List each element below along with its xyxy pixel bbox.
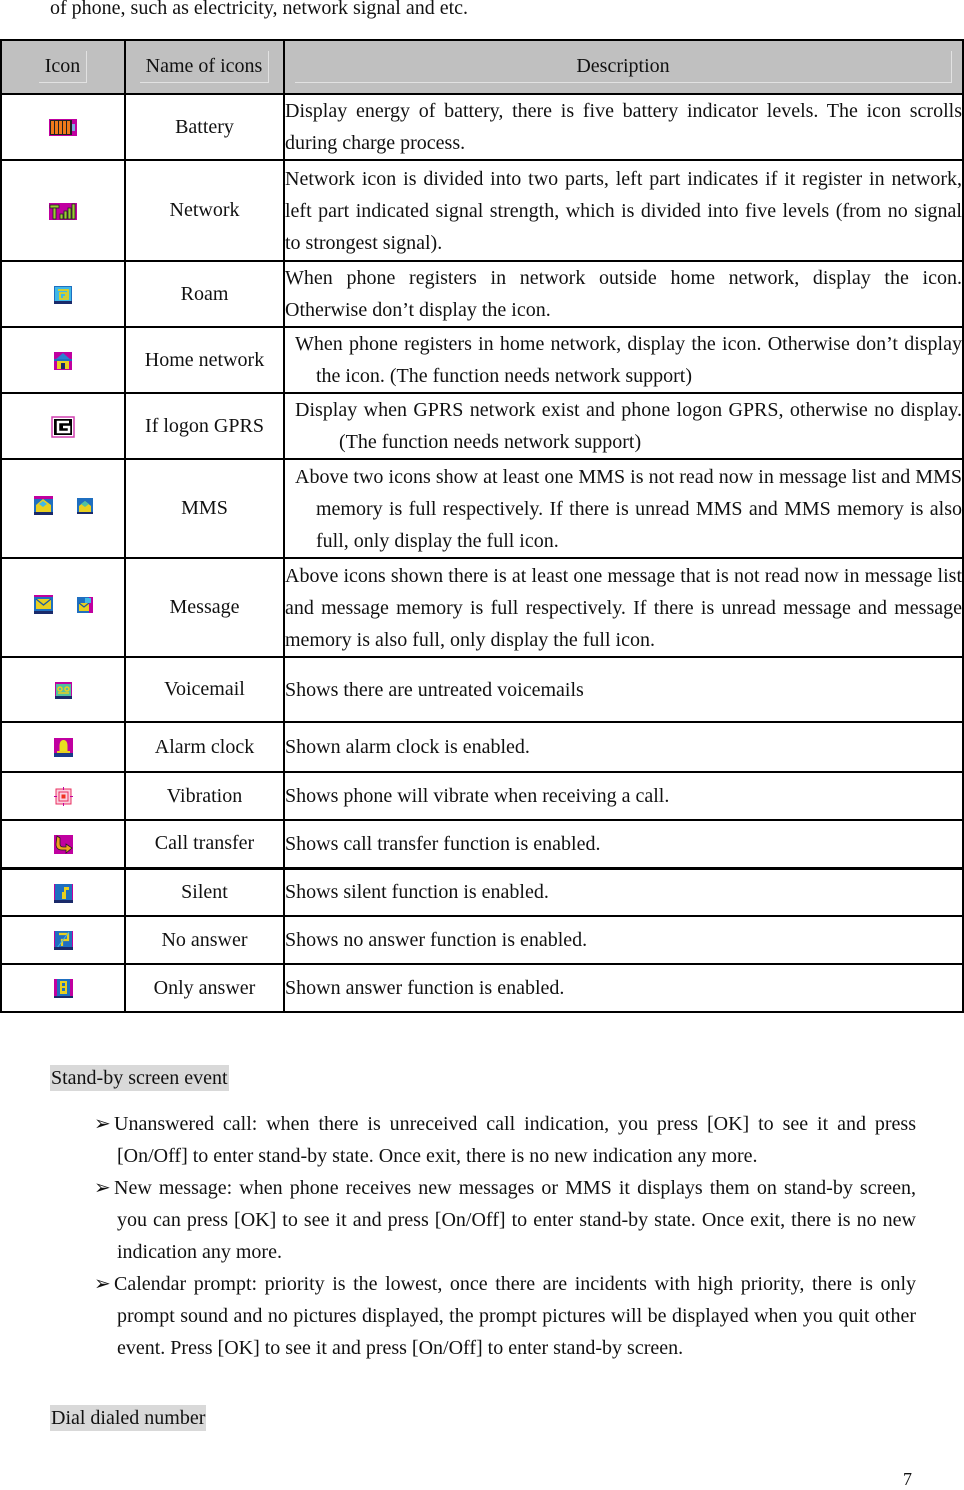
battery-icon xyxy=(49,119,77,137)
arrow-bullet-icon: ➢ xyxy=(94,1113,111,1135)
row-description: Shows there are untreated voicemails xyxy=(283,656,964,723)
row-description: Shows silent function is enabled. xyxy=(283,867,964,917)
call-transfer-icon xyxy=(53,835,73,855)
voicemail-icon xyxy=(54,681,72,699)
table-row: Network Network icon is divided into two… xyxy=(0,159,964,262)
table-row: Silent Shows silent function is enabled. xyxy=(0,867,964,917)
row-name: Voicemail xyxy=(124,656,285,723)
row-name: No answer xyxy=(124,915,285,965)
message-full-icon xyxy=(76,596,93,613)
table-row: Only answer Shown answer function is ena… xyxy=(0,963,964,1013)
bullet-text: Unanswered call: when there is unreceive… xyxy=(114,1113,916,1167)
row-name: Battery xyxy=(124,93,285,161)
arrow-bullet-icon: ➢ xyxy=(94,1177,111,1199)
row-description: When phone registers in network outside … xyxy=(283,260,964,328)
row-description: Shown answer function is enabled. xyxy=(283,963,964,1013)
row-name: MMS xyxy=(124,458,285,559)
mms-full-icon xyxy=(76,497,93,514)
table-row: Home network When phone registers in hom… xyxy=(0,326,964,394)
row-description: When phone registers in home network, di… xyxy=(283,326,964,394)
table-row: Roam When phone registers in network out… xyxy=(0,260,964,328)
table-row: Message Above icons shown there is at le… xyxy=(0,557,964,658)
intro-text: of phone, such as electricity, network s… xyxy=(50,0,469,19)
table-row: Alarm clock Shown alarm clock is enabled… xyxy=(0,721,964,773)
row-name: If logon GPRS xyxy=(124,392,285,460)
silent-icon xyxy=(53,883,73,903)
arrow-bullet-icon: ➢ xyxy=(94,1273,111,1295)
no-answer-icon xyxy=(53,931,73,951)
roam-icon xyxy=(54,285,72,304)
row-description: Shows no answer function is enabled. xyxy=(283,915,964,965)
row-name: Message xyxy=(124,557,285,658)
row-description: Above two icons show at least one MMS is… xyxy=(283,458,964,559)
list-item: ➢ Unanswered call: when there is unreceiv… xyxy=(74,1108,916,1172)
table-row: MMS Above two icons show at least one MM… xyxy=(0,458,964,559)
table-row: Voicemail Shows there are untreated voic… xyxy=(0,656,964,723)
row-description: Shows phone will vibrate when receiving … xyxy=(283,771,964,821)
row-name: Vibration xyxy=(124,771,285,821)
row-name: Alarm clock xyxy=(124,721,285,773)
header-name: Name of icons xyxy=(124,39,285,95)
list-item: ➢ New message: when phone receives new me… xyxy=(74,1172,916,1268)
row-name: Only answer xyxy=(124,963,285,1013)
vibration-icon xyxy=(53,787,73,807)
row-description: Shows call transfer function is enabled. xyxy=(283,819,964,870)
table-row: Call transfer Shows call transfer functi… xyxy=(0,819,964,870)
row-description: Display when GPRS network exist and phon… xyxy=(283,392,964,460)
only-answer-icon xyxy=(53,979,73,999)
table-row: Battery Display energy of battery, there… xyxy=(0,93,964,161)
table-header-row: Icon Name of icons Description xyxy=(0,39,964,95)
network-signal-icon xyxy=(49,202,77,220)
status-icons-table: Icon Name of icons Description Battery D… xyxy=(0,39,964,1013)
table-row: No answer Shows no answer function is en… xyxy=(0,915,964,965)
row-description: Above icons shown there is at least one … xyxy=(283,557,964,658)
row-description: Shown alarm clock is enabled. xyxy=(283,721,964,773)
header-description: Description xyxy=(283,39,964,95)
row-name: Roam xyxy=(124,260,285,328)
bullet-text: Calendar prompt: priority is the lowest,… xyxy=(114,1273,916,1359)
row-name: Home network xyxy=(124,326,285,394)
header-icon: Icon xyxy=(0,39,126,95)
table-row: Vibration Shows phone will vibrate when … xyxy=(0,771,964,821)
table-row: If logon GPRS Display when GPRS network … xyxy=(0,392,964,460)
alarm-clock-icon xyxy=(53,738,73,758)
standby-section-heading: Stand-by screen event xyxy=(50,1065,229,1091)
row-description: Display energy of battery, there is five… xyxy=(283,93,964,161)
bullet-text: New message: when phone receives new mes… xyxy=(114,1177,916,1263)
mms-unread-icon xyxy=(33,496,53,515)
dial-section-heading: Dial dialed number xyxy=(50,1405,207,1431)
list-item: ➢ Calendar prompt: priority is the lowest… xyxy=(74,1268,916,1364)
gprs-icon xyxy=(51,415,75,438)
row-name: Network xyxy=(124,159,285,262)
message-unread-icon xyxy=(33,595,53,614)
home-network-icon xyxy=(54,351,72,370)
standby-bullet-list: ➢ Unanswered call: when there is unreceiv… xyxy=(74,1108,916,1364)
row-name: Call transfer xyxy=(124,819,285,870)
row-name: Silent xyxy=(124,867,285,917)
row-description: Network icon is divided into two parts, … xyxy=(283,159,964,262)
